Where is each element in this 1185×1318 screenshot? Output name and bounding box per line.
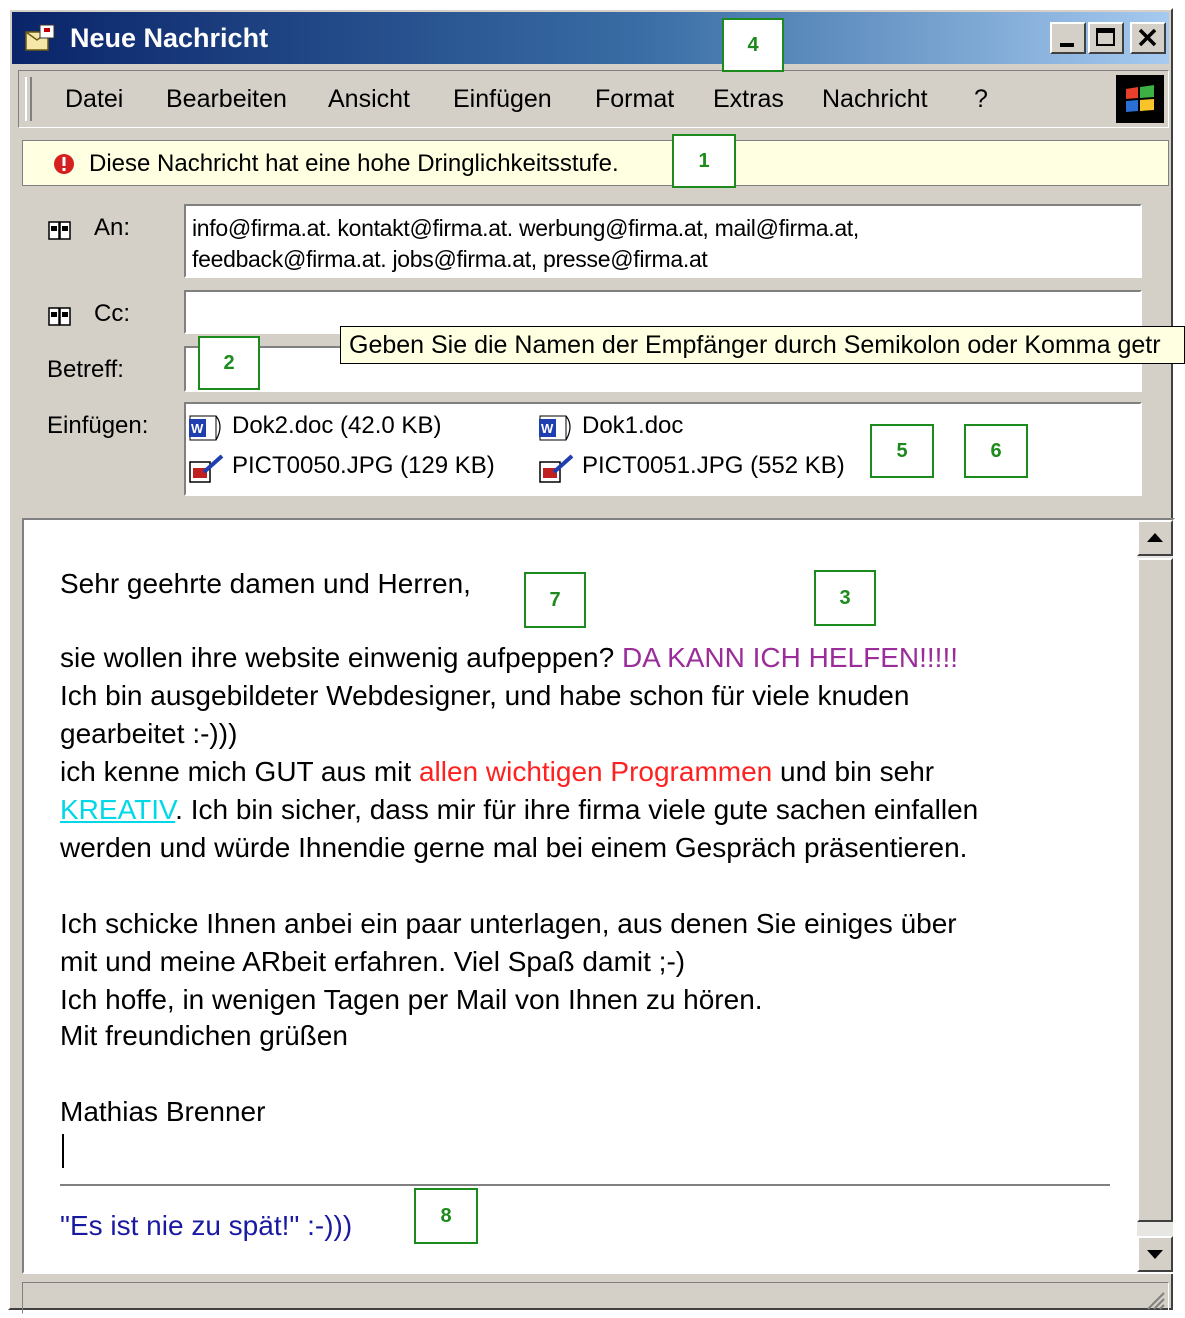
menu-nachricht[interactable]: Nachricht [822,85,928,114]
body-line: werden und würde Ihnendie gerne mal bei … [60,832,968,863]
attachment-name: Dok1.doc [582,412,684,439]
annotation-marker-2: 2 [198,336,260,390]
arrow-down-icon [1147,1250,1163,1259]
to-line-1: info@firma.at. kontakt@firma.at. werbung… [192,215,859,241]
new-message-icon [25,24,55,51]
annotation-marker-8: 8 [414,1188,478,1244]
resize-grip-icon[interactable] [1142,1287,1166,1311]
priority-infobar: Diese Nachricht hat eine hohe Dringlichk… [22,140,1169,186]
svg-text:W: W [541,421,554,436]
windows-flag-icon [1126,85,1154,112]
body-line: Ich schicke Ihnen anbei ein paar unterla… [60,908,957,939]
body-line: gearbeitet :-))) [60,718,238,749]
status-bar [22,1282,1169,1314]
arrow-up-icon [1147,533,1163,542]
body-highlight-purple: DA KANN ICH HELFEN!!!!! [621,642,959,673]
body-link-kreativ[interactable]: KREATIV [60,794,175,825]
body-text: . Ich bin sicher, dass mir für ihre firm… [175,794,979,825]
image-file-icon [189,454,224,483]
message-window: Neue Nachricht Datei Bearbeiten Ansicht … [8,8,1175,1314]
body-line: Ich hoffe, in wenigen Tagen per Mail von… [60,984,763,1015]
priority-text: Diese Nachricht hat eine hohe Dringlichk… [89,150,619,177]
address-book-icon[interactable] [48,220,72,242]
body-line: Ich bin ausgebildeter Webdesigner, und h… [60,680,910,711]
annotation-marker-3: 3 [814,570,876,626]
windows-logo [1116,75,1164,123]
maximize-button[interactable] [1088,22,1124,54]
signature-motto: "Es ist nie zu spät!" :-))) [60,1210,353,1241]
annotation-marker-7: 7 [524,572,586,628]
body-text: und bin sehr [772,756,935,787]
body-highlight-red: allen wichtigen Programmen [418,756,773,787]
signature-divider [60,1184,1110,1186]
body-greeting: Sehr geehrte damen und Herren, [60,568,471,599]
to-label: An: [94,214,131,241]
window-title: Neue Nachricht [70,23,269,53]
minimize-icon [1060,43,1074,47]
title-bar[interactable]: Neue Nachricht [12,12,1169,64]
annotation-marker-1: 1 [672,134,736,188]
cc-label: Cc: [94,300,130,327]
minimize-button[interactable] [1050,22,1086,54]
scroll-up-button[interactable] [1137,520,1173,556]
scroll-down-button[interactable] [1137,1236,1173,1272]
to-field[interactable]: info@firma.at. kontakt@firma.at. werbung… [184,204,1142,278]
text-cursor [62,1134,64,1168]
menu-einfuegen[interactable]: Einfügen [453,85,552,114]
exclamation-icon [54,154,74,174]
menu-ansicht[interactable]: Ansicht [328,85,410,114]
scroll-thumb[interactable] [1137,558,1173,1222]
to-line-2: feedback@firma.at. jobs@firma.at, presse… [192,246,708,272]
close-icon [1138,28,1157,47]
body-line: mit und meine ARbeit erfahren. Viel Spaß… [60,946,686,977]
body-text: sie wollen ihre website einwenig aufpepp… [60,642,622,673]
vertical-scrollbar[interactable] [1137,520,1173,1272]
attachment-name: PICT0050.JPG (129 KB) [232,452,495,479]
attachment-name: Dok2.doc (42.0 KB) [232,412,442,439]
word-doc-icon: W [189,415,221,441]
word-doc-icon: W [539,415,571,441]
body-line: Mit freundichen grüßen [60,1020,348,1051]
body-line: KREATIV. Ich bin sicher, dass mir für ih… [60,794,978,826]
body-line: sie wollen ihre website einwenig aufpepp… [60,642,958,674]
menu-help[interactable]: ? [974,85,988,114]
body-line: ich kenne mich GUT aus mit allen wichtig… [60,756,934,788]
attachment-name: PICT0051.JPG (552 KB) [582,452,845,479]
menu-bearbeiten[interactable]: Bearbeiten [166,85,287,114]
to-value: info@firma.at. kontakt@firma.at. werbung… [192,213,859,275]
body-text: ich kenne mich GUT aus mit [60,756,419,787]
body-signature: Mathias Brenner [60,1096,266,1127]
menu-extras[interactable]: Extras [713,85,784,114]
annotation-marker-4: 4 [722,18,784,72]
subject-label: Betreff: [47,356,124,383]
annotation-marker-6: 6 [964,424,1028,478]
attachments-label: Einfügen: [47,412,149,439]
svg-text:W: W [191,421,204,436]
image-file-icon [539,454,574,483]
toolbar-grip[interactable] [25,77,32,121]
menu-bar: Datei Bearbeiten Ansicht Einfügen Format… [18,70,1169,128]
message-body[interactable]: Sehr geehrte damen und Herren, sie wolle… [22,518,1175,1274]
maximize-icon [1096,28,1115,46]
annotation-marker-5: 5 [870,424,934,478]
close-button[interactable] [1130,22,1166,54]
address-book-icon[interactable] [48,306,72,328]
menu-format[interactable]: Format [595,85,674,114]
menu-datei[interactable]: Datei [65,85,123,114]
recipients-tooltip: Geben Sie die Namen der Empfänger durch … [340,326,1185,364]
